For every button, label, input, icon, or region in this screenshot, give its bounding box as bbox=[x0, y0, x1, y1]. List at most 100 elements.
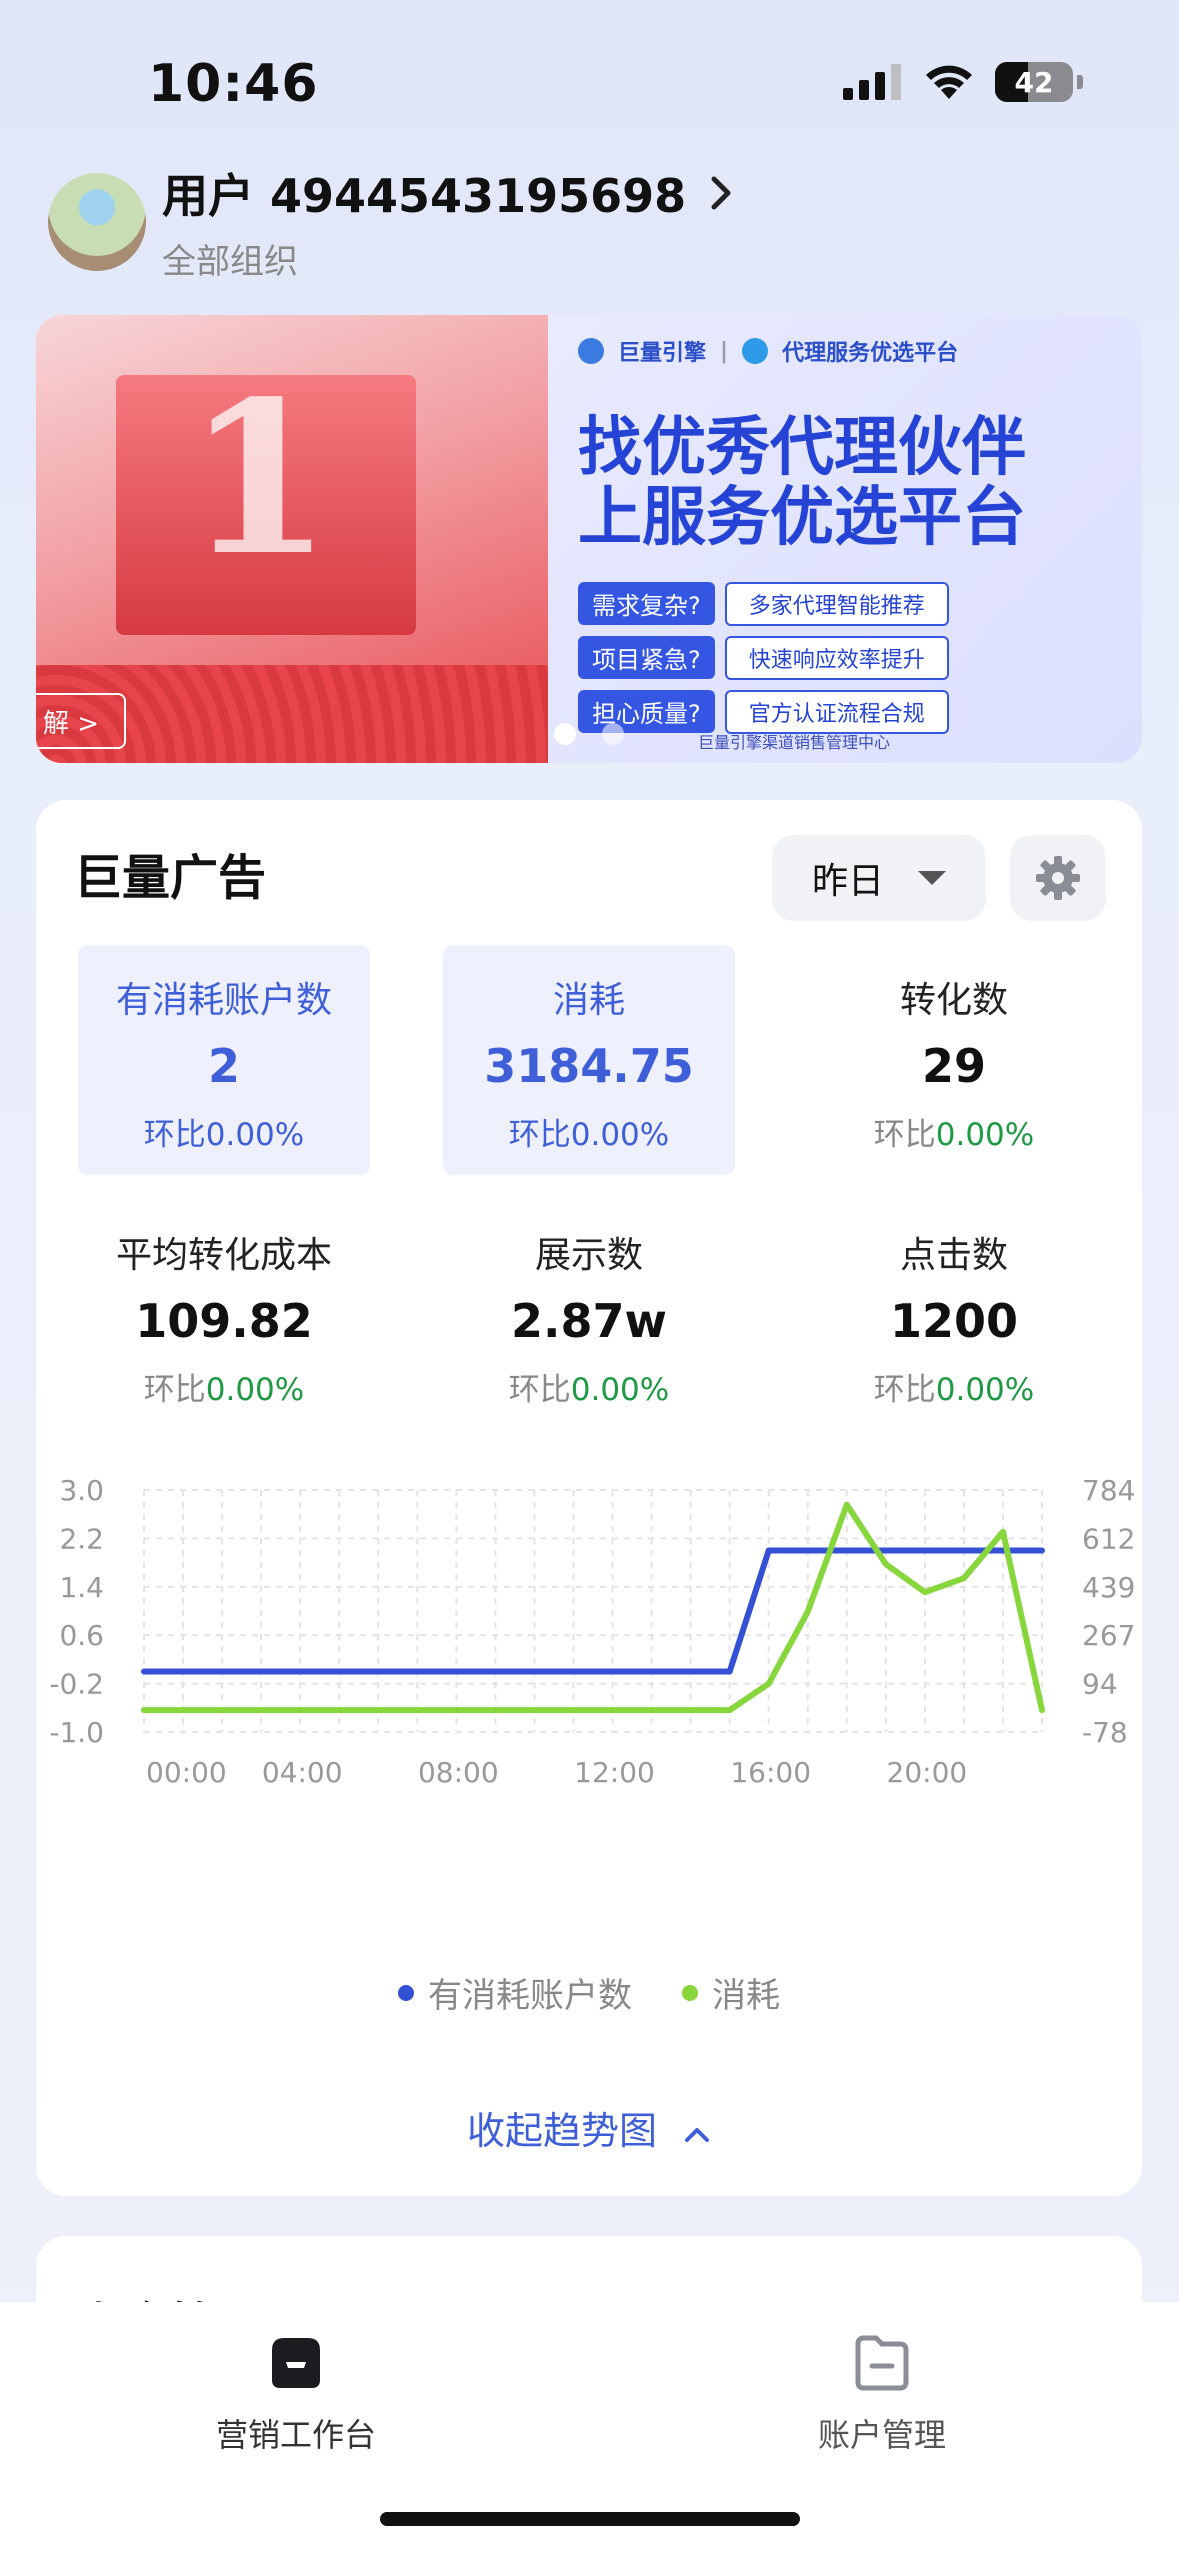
banner-number: 1 bbox=[186, 355, 333, 602]
metric-compare-pct: 0.00% bbox=[205, 1117, 305, 1153]
legend-swatch bbox=[682, 1984, 698, 2001]
date-filter-value: 昨日 bbox=[811, 861, 884, 902]
promo-banner[interactable]: 1 解 > 巨量引擎 | 代理服务优选平台 找优秀代理伙伴 上服务优选平台 需求… bbox=[36, 315, 1142, 763]
user-org: 全部组织 bbox=[162, 242, 298, 282]
metric-compare-prefix: 环比 bbox=[873, 1372, 936, 1408]
status-bar: 10:46 42 bbox=[0, 0, 1179, 150]
banner-cta[interactable]: 解 > bbox=[36, 693, 126, 749]
metric-value: 2 bbox=[207, 1039, 240, 1093]
legend-label: 消耗 bbox=[712, 1976, 780, 2016]
metric-clicks[interactable]: 点击数 1200 环比0.00% bbox=[808, 1200, 1100, 1430]
metric-impressions[interactable]: 展示数 2.87w 环比0.00% bbox=[443, 1200, 735, 1430]
metric-compare: 环比0.00% bbox=[443, 1364, 735, 1409]
metric-value: 3184.75 bbox=[484, 1039, 694, 1093]
legend-item[interactable]: 有消耗账户数 bbox=[398, 1968, 632, 2017]
series-line-accounts bbox=[141, 1547, 1045, 1675]
y-right-tick-label: 439 bbox=[1082, 1571, 1135, 1604]
metric-compare-prefix: 环比 bbox=[508, 1372, 571, 1408]
banner-row-tag: 项目紧急? bbox=[578, 636, 715, 680]
banner-title-1: 找优秀代理伙伴 bbox=[578, 411, 1026, 485]
y-left-tick-label: 0.6 bbox=[59, 1619, 104, 1652]
banner-rows: 需求复杂? 多家代理智能推荐 项目紧急? 快速响应效率提升 担心质量? 官方认证… bbox=[578, 581, 1142, 734]
folder-icon bbox=[855, 2335, 909, 2391]
settings-button[interactable] bbox=[1010, 835, 1106, 921]
gear-icon bbox=[1036, 856, 1080, 900]
chevron-right-icon bbox=[711, 176, 731, 210]
metric-value: 1200 bbox=[889, 1294, 1019, 1348]
battery-level: 42 bbox=[1014, 65, 1054, 99]
metric-compare-prefix: 环比 bbox=[143, 1372, 206, 1408]
banner-row-value: 多家代理智能推荐 bbox=[724, 581, 949, 626]
chevron-up-icon bbox=[685, 2127, 710, 2142]
metric-value: 109.82 bbox=[135, 1294, 313, 1348]
metric-spend[interactable]: 消耗 3184.75 环比0.00% bbox=[443, 945, 735, 1175]
series-line-spend bbox=[141, 1501, 1045, 1714]
metric-label: 平均转化成本 bbox=[115, 1235, 332, 1276]
status-time: 10:46 bbox=[148, 54, 319, 114]
user-header[interactable]: 用户 4944543195698 全部组织 bbox=[48, 160, 734, 283]
metric-value: 29 bbox=[921, 1039, 986, 1093]
banner-row-value: 快速响应效率提升 bbox=[724, 635, 949, 680]
status-icons: 42 bbox=[843, 62, 1083, 102]
avatar[interactable] bbox=[48, 172, 146, 271]
y-right-tick-label: 94 bbox=[1082, 1668, 1118, 1701]
brand-right: 代理服务优选平台 bbox=[782, 341, 959, 366]
legend-swatch bbox=[398, 1984, 414, 2001]
y-right-tick-label: 267 bbox=[1082, 1619, 1135, 1652]
brand-left: 巨量引擎 bbox=[618, 341, 707, 366]
legend-item[interactable]: 消耗 bbox=[682, 1968, 780, 2017]
metric-compare-pct: 0.00% bbox=[570, 1372, 670, 1408]
tab-marketing-workbench[interactable]: 营销工作台 bbox=[136, 2330, 456, 2456]
date-filter-dropdown[interactable]: 昨日 bbox=[772, 835, 986, 921]
metric-label: 转化数 bbox=[899, 980, 1008, 1021]
y-right-tick-label: -78 bbox=[1082, 1716, 1128, 1749]
metric-label: 消耗 bbox=[552, 980, 625, 1021]
y-right-tick-label: 784 bbox=[1082, 1474, 1135, 1507]
banner-footer: 巨量引擎渠道销售管理中心 bbox=[698, 733, 891, 752]
banner-row: 需求复杂? 多家代理智能推荐 bbox=[578, 581, 1142, 626]
tab-label: 账户管理 bbox=[817, 2416, 946, 2454]
collapse-trend-button[interactable]: 收起趋势图 bbox=[36, 2100, 1142, 2155]
ad-summary-card: 巨量广告 昨日 有消耗账户数 2 环比0.00% 消耗 3184.75 环比0.… bbox=[36, 800, 1142, 2196]
carousel-dot-1[interactable] bbox=[554, 723, 576, 745]
user-name-row[interactable]: 用户 4944543195698 bbox=[162, 160, 734, 226]
x-tick-label: 00:00 bbox=[146, 1756, 227, 1789]
workbench-icon bbox=[272, 2338, 320, 2388]
user-name: 用户 4944543195698 bbox=[162, 169, 687, 223]
y-right-tick-label: 612 bbox=[1082, 1522, 1135, 1555]
chart-legend: 有消耗账户数 消耗 bbox=[36, 1968, 1142, 2017]
trend-chart: 3.0 2.2 1.4 0.6 -0.2 -1.0 784 612 439 267 94 -78 00:… bbox=[36, 1460, 1142, 1820]
metric-compare-pct: 0.00% bbox=[570, 1117, 670, 1153]
metric-value: 2.87w bbox=[511, 1294, 667, 1348]
metric-compare-pct: 0.00% bbox=[935, 1372, 1035, 1408]
metric-compare: 环比0.00% bbox=[808, 1109, 1100, 1154]
metric-compare: 环比0.00% bbox=[808, 1364, 1100, 1409]
y-left-tick-label: 3.0 bbox=[59, 1474, 104, 1507]
home-indicator bbox=[380, 2512, 800, 2526]
legend-label: 有消耗账户数 bbox=[428, 1976, 632, 2016]
carousel-dot-2[interactable] bbox=[602, 723, 624, 745]
metric-label: 有消耗账户数 bbox=[115, 980, 332, 1021]
x-tick-label: 16:00 bbox=[730, 1756, 811, 1789]
metric-compare-prefix: 环比 bbox=[143, 1117, 206, 1153]
metric-compare-prefix: 环比 bbox=[508, 1117, 571, 1153]
metric-avg-cost[interactable]: 平均转化成本 109.82 环比0.00% bbox=[78, 1200, 370, 1430]
banner-title-2: 上服务优选平台 bbox=[578, 481, 1026, 556]
signal-icon bbox=[843, 64, 901, 100]
banner-row-value: 官方认证流程合规 bbox=[724, 689, 949, 734]
platform-logo-icon bbox=[742, 338, 769, 364]
x-tick-label: 20:00 bbox=[887, 1756, 968, 1789]
x-tick-label: 12:00 bbox=[574, 1756, 655, 1789]
metric-compare-prefix: 环比 bbox=[873, 1117, 936, 1153]
y-left-tick-label: 2.2 bbox=[59, 1522, 104, 1555]
x-tick-label: 08:00 bbox=[418, 1756, 499, 1789]
banner-row-tag: 需求复杂? bbox=[578, 582, 715, 626]
metric-label: 展示数 bbox=[534, 1235, 643, 1276]
banner-slide-right: 巨量引擎 | 代理服务优选平台 找优秀代理伙伴 上服务优选平台 需求复杂? 多家… bbox=[548, 315, 1142, 763]
collapse-label: 收起趋势图 bbox=[466, 2109, 657, 2153]
carousel-dots bbox=[554, 723, 624, 745]
metric-conversions[interactable]: 转化数 29 环比0.00% bbox=[808, 945, 1100, 1175]
tab-account-management[interactable]: 账户管理 bbox=[722, 2330, 1042, 2456]
banner-row: 项目紧急? 快速响应效率提升 bbox=[578, 635, 1142, 680]
metric-active-accounts[interactable]: 有消耗账户数 2 环比0.00% bbox=[78, 945, 370, 1175]
